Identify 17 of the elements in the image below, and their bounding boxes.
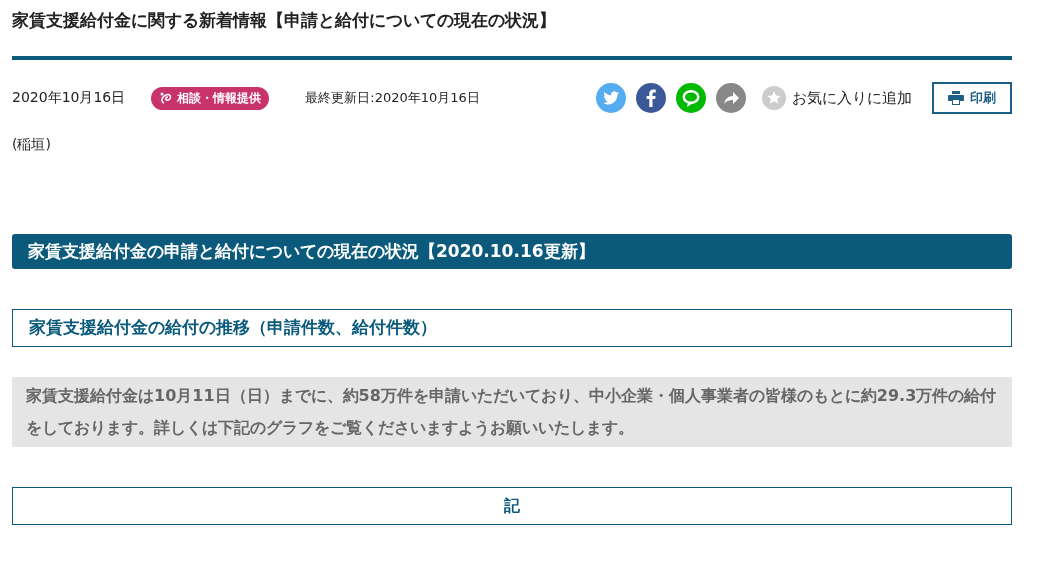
printer-icon [948, 91, 964, 105]
favorite-button[interactable]: お気に入りに追加 [762, 86, 912, 110]
category-tag[interactable]: 相談・情報提供 [151, 86, 270, 110]
facebook-share-icon[interactable] [636, 83, 666, 113]
last-updated: 最終更新日:2020年10月16日 [305, 89, 480, 107]
post-date: 2020年10月16日 [12, 89, 126, 107]
note-heading: 記 [12, 487, 1012, 525]
favorite-label: お気に入りに追加 [792, 88, 912, 108]
print-button[interactable]: 印刷 [932, 82, 1012, 114]
line-share-icon[interactable] [676, 83, 706, 113]
spiral-icon [159, 91, 174, 105]
subheading: 家賃支援給付金の給付の推移（申請件数、給付件数） [12, 309, 1012, 347]
notice-text: 家賃支援給付金は10月11日（日）までに、約58万件を申請いただいており、中小企業・個人事業者の皆様のもとに約29.3万件の給付をしております。詳しくは下記のグラフをご覧くださいますようお願いいたします。 [12, 377, 1012, 447]
twitter-share-icon[interactable] [596, 83, 626, 113]
page-title: 家賃支援給付金に関する新着情報【申請と給付についての現在の状況】 [12, 9, 557, 32]
author-name: (稲垣) [12, 136, 52, 154]
section-heading: 家賃支援給付金の申請と給付についての現在の状況【2020.10.16更新】 [12, 234, 1012, 269]
